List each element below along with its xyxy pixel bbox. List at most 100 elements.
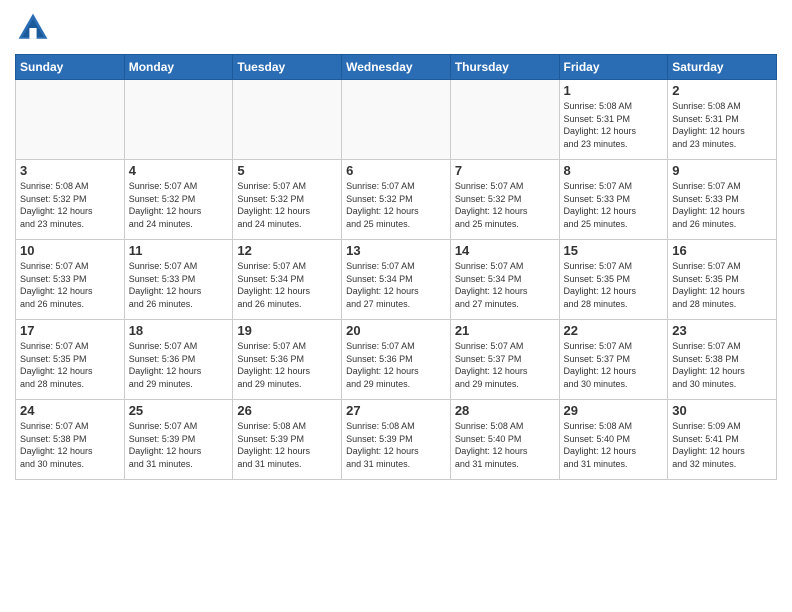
calendar-cell: 21Sunrise: 5:07 AM Sunset: 5:37 PM Dayli…	[450, 320, 559, 400]
day-number: 20	[346, 323, 446, 338]
day-number: 18	[129, 323, 229, 338]
day-info: Sunrise: 5:07 AM Sunset: 5:37 PM Dayligh…	[564, 340, 664, 390]
day-info: Sunrise: 5:07 AM Sunset: 5:32 PM Dayligh…	[237, 180, 337, 230]
day-info: Sunrise: 5:07 AM Sunset: 5:33 PM Dayligh…	[564, 180, 664, 230]
calendar-cell: 9 Sunrise: 5:07 AM Sunset: 5:33 PM Daylig…	[668, 160, 777, 240]
calendar-cell: 11 Sunrise: 5:07 AM Sunset: 5:33 PM Dayli…	[124, 240, 233, 320]
day-info: Sunrise: 5:08 AM Sunset: 5:40 PM Dayligh…	[455, 420, 555, 470]
day-info: Sunrise: 5:07 AM Sunset: 5:33 PM Dayligh…	[672, 180, 772, 230]
calendar-cell: 3 Sunrise: 5:08 AM Sunset: 5:32 PM Daylig…	[16, 160, 125, 240]
day-number: 27	[346, 403, 446, 418]
calendar-cell: 22 Sunrise: 5:07 AM Sunset: 5:37 PM Dayli…	[559, 320, 668, 400]
day-info: Sunrise: 5:07 AM Sunset: 5:36 PM Dayligh…	[237, 340, 337, 390]
day-info: Sunrise: 5:08 AM Sunset: 5:31 PM Dayligh…	[564, 100, 664, 150]
calendar-cell: 14 Sunrise: 5:07 AM Sunset: 5:34 PM Dayli…	[450, 240, 559, 320]
calendar-cell: 25 Sunrise: 5:07 AM Sunset: 5:39 PM Dayli…	[124, 400, 233, 480]
calendar-cell: 19 Sunrise: 5:07 AM Sunset: 5:36 PM Dayli…	[233, 320, 342, 400]
week-row-1: 3 Sunrise: 5:08 AM Sunset: 5:32 PM Daylig…	[16, 160, 777, 240]
day-number: 11	[129, 243, 229, 258]
weekday-header-monday: Monday	[124, 55, 233, 80]
day-info: Sunrise: 5:07 AM Sunset: 5:39 PM Dayligh…	[129, 420, 229, 470]
day-number: 25	[129, 403, 229, 418]
weekday-header-wednesday: Wednesday	[342, 55, 451, 80]
day-number: 22	[564, 323, 664, 338]
calendar-cell: 16 Sunrise: 5:07 AM Sunset: 5:35 PM Dayli…	[668, 240, 777, 320]
calendar-cell: 23 Sunrise: 5:07 AM Sunset: 5:38 PM Dayli…	[668, 320, 777, 400]
calendar-cell: 1 Sunrise: 5:08 AM Sunset: 5:31 PM Daylig…	[559, 80, 668, 160]
day-number: 2	[672, 83, 772, 98]
calendar: SundayMondayTuesdayWednesdayThursdayFrid…	[15, 54, 777, 480]
weekday-header-saturday: Saturday	[668, 55, 777, 80]
day-number: 13	[346, 243, 446, 258]
day-number: 26	[237, 403, 337, 418]
week-row-4: 24 Sunrise: 5:07 AM Sunset: 5:38 PM Dayli…	[16, 400, 777, 480]
day-number: 17	[20, 323, 120, 338]
day-info: Sunrise: 5:07 AM Sunset: 5:32 PM Dayligh…	[129, 180, 229, 230]
day-number: 6	[346, 163, 446, 178]
day-number: 9	[672, 163, 772, 178]
day-info: Sunrise: 5:08 AM Sunset: 5:39 PM Dayligh…	[346, 420, 446, 470]
weekday-header-friday: Friday	[559, 55, 668, 80]
calendar-cell: 24 Sunrise: 5:07 AM Sunset: 5:38 PM Dayli…	[16, 400, 125, 480]
calendar-cell: 29 Sunrise: 5:08 AM Sunset: 5:40 PM Dayli…	[559, 400, 668, 480]
day-number: 3	[20, 163, 120, 178]
day-info: Sunrise: 5:07 AM Sunset: 5:37 PM Dayligh…	[455, 340, 555, 390]
day-number: 12	[237, 243, 337, 258]
day-info: Sunrise: 5:07 AM Sunset: 5:36 PM Dayligh…	[346, 340, 446, 390]
day-number: 8	[564, 163, 664, 178]
day-number: 7	[455, 163, 555, 178]
day-info: Sunrise: 5:08 AM Sunset: 5:31 PM Dayligh…	[672, 100, 772, 150]
day-number: 5	[237, 163, 337, 178]
calendar-cell: 17 Sunrise: 5:07 AM Sunset: 5:35 PM Dayli…	[16, 320, 125, 400]
calendar-cell: 13 Sunrise: 5:07 AM Sunset: 5:34 PM Dayli…	[342, 240, 451, 320]
calendar-cell: 7 Sunrise: 5:07 AM Sunset: 5:32 PM Daylig…	[450, 160, 559, 240]
weekday-header-row: SundayMondayTuesdayWednesdayThursdayFrid…	[16, 55, 777, 80]
day-info: Sunrise: 5:07 AM Sunset: 5:38 PM Dayligh…	[20, 420, 120, 470]
calendar-cell: 18 Sunrise: 5:07 AM Sunset: 5:36 PM Dayli…	[124, 320, 233, 400]
day-number: 23	[672, 323, 772, 338]
logo	[15, 10, 55, 46]
day-info: Sunrise: 5:08 AM Sunset: 5:32 PM Dayligh…	[20, 180, 120, 230]
day-info: Sunrise: 5:07 AM Sunset: 5:38 PM Dayligh…	[672, 340, 772, 390]
calendar-cell	[233, 80, 342, 160]
calendar-cell: 8 Sunrise: 5:07 AM Sunset: 5:33 PM Daylig…	[559, 160, 668, 240]
day-info: Sunrise: 5:07 AM Sunset: 5:34 PM Dayligh…	[455, 260, 555, 310]
calendar-cell: 5 Sunrise: 5:07 AM Sunset: 5:32 PM Daylig…	[233, 160, 342, 240]
day-info: Sunrise: 5:07 AM Sunset: 5:35 PM Dayligh…	[672, 260, 772, 310]
day-number: 19	[237, 323, 337, 338]
calendar-cell: 20 Sunrise: 5:07 AM Sunset: 5:36 PM Dayli…	[342, 320, 451, 400]
day-number: 10	[20, 243, 120, 258]
day-info: Sunrise: 5:07 AM Sunset: 5:33 PM Dayligh…	[129, 260, 229, 310]
day-info: Sunrise: 5:07 AM Sunset: 5:34 PM Dayligh…	[237, 260, 337, 310]
weekday-header-sunday: Sunday	[16, 55, 125, 80]
page: SundayMondayTuesdayWednesdayThursdayFrid…	[0, 0, 792, 612]
day-info: Sunrise: 5:09 AM Sunset: 5:41 PM Dayligh…	[672, 420, 772, 470]
day-info: Sunrise: 5:07 AM Sunset: 5:35 PM Dayligh…	[20, 340, 120, 390]
week-row-0: 1 Sunrise: 5:08 AM Sunset: 5:31 PM Daylig…	[16, 80, 777, 160]
day-info: Sunrise: 5:07 AM Sunset: 5:36 PM Dayligh…	[129, 340, 229, 390]
calendar-cell: 28Sunrise: 5:08 AM Sunset: 5:40 PM Dayli…	[450, 400, 559, 480]
calendar-cell: 12 Sunrise: 5:07 AM Sunset: 5:34 PM Dayli…	[233, 240, 342, 320]
day-info: Sunrise: 5:07 AM Sunset: 5:34 PM Dayligh…	[346, 260, 446, 310]
day-info: Sunrise: 5:07 AM Sunset: 5:32 PM Dayligh…	[346, 180, 446, 230]
day-number: 30	[672, 403, 772, 418]
day-number: 24	[20, 403, 120, 418]
day-number: 16	[672, 243, 772, 258]
week-row-3: 17 Sunrise: 5:07 AM Sunset: 5:35 PM Dayli…	[16, 320, 777, 400]
day-info: Sunrise: 5:07 AM Sunset: 5:32 PM Dayligh…	[455, 180, 555, 230]
calendar-cell: 30 Sunrise: 5:09 AM Sunset: 5:41 PM Dayli…	[668, 400, 777, 480]
calendar-cell	[450, 80, 559, 160]
calendar-cell	[16, 80, 125, 160]
day-number: 15	[564, 243, 664, 258]
day-info: Sunrise: 5:07 AM Sunset: 5:33 PM Dayligh…	[20, 260, 120, 310]
day-number: 14	[455, 243, 555, 258]
header	[15, 10, 777, 46]
calendar-cell	[124, 80, 233, 160]
calendar-cell: 2 Sunrise: 5:08 AM Sunset: 5:31 PM Daylig…	[668, 80, 777, 160]
day-info: Sunrise: 5:07 AM Sunset: 5:35 PM Dayligh…	[564, 260, 664, 310]
day-number: 29	[564, 403, 664, 418]
week-row-2: 10 Sunrise: 5:07 AM Sunset: 5:33 PM Dayli…	[16, 240, 777, 320]
day-number: 1	[564, 83, 664, 98]
day-info: Sunrise: 5:08 AM Sunset: 5:40 PM Dayligh…	[564, 420, 664, 470]
calendar-cell	[342, 80, 451, 160]
